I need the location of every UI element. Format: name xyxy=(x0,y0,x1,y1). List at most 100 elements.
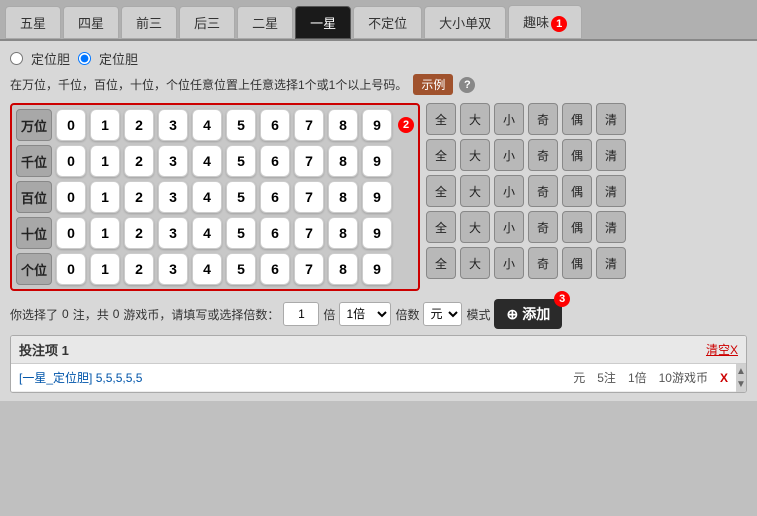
num-btn-w3[interactable]: 3 xyxy=(158,109,188,141)
num-btn-s4[interactable]: 4 xyxy=(192,217,222,249)
num-btn-s6[interactable]: 6 xyxy=(260,217,290,249)
num-btn-w0[interactable]: 0 xyxy=(56,109,86,141)
num-btn-w1[interactable]: 1 xyxy=(90,109,120,141)
quick-odd-g[interactable]: 奇 xyxy=(528,247,558,279)
num-btn-w4[interactable]: 4 xyxy=(192,109,222,141)
clear-button[interactable]: 清空X xyxy=(706,341,738,358)
num-btn-w5[interactable]: 5 xyxy=(226,109,256,141)
num-btn-b6[interactable]: 6 xyxy=(260,181,290,213)
num-btn-q0[interactable]: 0 xyxy=(56,145,86,177)
quick-even-b[interactable]: 偶 xyxy=(562,175,592,207)
quick-all-b[interactable]: 全 xyxy=(426,175,456,207)
num-btn-w2[interactable]: 2 xyxy=(124,109,154,141)
num-btn-g4[interactable]: 4 xyxy=(192,253,222,285)
quick-clear-q[interactable]: 清 xyxy=(596,139,626,171)
num-btn-q6[interactable]: 6 xyxy=(260,145,290,177)
num-btn-b4[interactable]: 4 xyxy=(192,181,222,213)
quick-small-w[interactable]: 小 xyxy=(494,103,524,135)
quick-small-q[interactable]: 小 xyxy=(494,139,524,171)
num-btn-g2[interactable]: 2 xyxy=(124,253,154,285)
tab-yixing[interactable]: 一星 xyxy=(295,6,351,39)
quick-clear-s[interactable]: 清 xyxy=(596,211,626,243)
help-icon[interactable]: ? xyxy=(459,77,475,93)
scroll-up-icon[interactable]: ▲ xyxy=(736,366,746,377)
bet-remove-button[interactable]: X xyxy=(720,371,728,385)
num-btn-g1[interactable]: 1 xyxy=(90,253,120,285)
num-btn-s0[interactable]: 0 xyxy=(56,217,86,249)
num-btn-w8[interactable]: 8 xyxy=(328,109,358,141)
scroll-down-icon[interactable]: ▼ xyxy=(736,379,746,390)
tab-wuxing[interactable]: 五星 xyxy=(5,6,61,39)
num-btn-q2[interactable]: 2 xyxy=(124,145,154,177)
num-btn-q1[interactable]: 1 xyxy=(90,145,120,177)
quick-even-s[interactable]: 偶 xyxy=(562,211,592,243)
tab-sixing[interactable]: 四星 xyxy=(63,6,119,39)
pos-baiwei[interactable]: 百位 xyxy=(16,181,52,213)
quick-small-b[interactable]: 小 xyxy=(494,175,524,207)
num-btn-w6[interactable]: 6 xyxy=(260,109,290,141)
quick-even-g[interactable]: 偶 xyxy=(562,247,592,279)
num-btn-w9[interactable]: 9 xyxy=(362,109,392,141)
quick-clear-g[interactable]: 清 xyxy=(596,247,626,279)
scrollbar[interactable]: ▲ ▼ xyxy=(736,364,746,392)
num-btn-g6[interactable]: 6 xyxy=(260,253,290,285)
pos-qianwei[interactable]: 千位 xyxy=(16,145,52,177)
num-btn-s3[interactable]: 3 xyxy=(158,217,188,249)
pos-gewei[interactable]: 个位 xyxy=(16,253,52,285)
num-btn-s9[interactable]: 9 xyxy=(362,217,392,249)
num-btn-b0[interactable]: 0 xyxy=(56,181,86,213)
num-btn-s5[interactable]: 5 xyxy=(226,217,256,249)
num-btn-g8[interactable]: 8 xyxy=(328,253,358,285)
num-btn-s8[interactable]: 8 xyxy=(328,217,358,249)
quick-big-w[interactable]: 大 xyxy=(460,103,490,135)
tab-qiansan[interactable]: 前三 xyxy=(121,6,177,39)
quick-odd-s[interactable]: 奇 xyxy=(528,211,558,243)
pos-wanwei[interactable]: 万位 xyxy=(16,109,52,141)
num-btn-s1[interactable]: 1 xyxy=(90,217,120,249)
quick-big-s[interactable]: 大 xyxy=(460,211,490,243)
num-btn-b9[interactable]: 9 xyxy=(362,181,392,213)
num-btn-g9[interactable]: 9 xyxy=(362,253,392,285)
quick-odd-b[interactable]: 奇 xyxy=(528,175,558,207)
num-btn-q9[interactable]: 9 xyxy=(362,145,392,177)
num-btn-g0[interactable]: 0 xyxy=(56,253,86,285)
num-btn-b7[interactable]: 7 xyxy=(294,181,324,213)
quick-big-b[interactable]: 大 xyxy=(460,175,490,207)
quick-big-g[interactable]: 大 xyxy=(460,247,490,279)
num-btn-s7[interactable]: 7 xyxy=(294,217,324,249)
num-btn-s2[interactable]: 2 xyxy=(124,217,154,249)
mode-radio-1[interactable] xyxy=(10,52,23,65)
num-btn-b3[interactable]: 3 xyxy=(158,181,188,213)
currency-select[interactable]: 元 票 xyxy=(423,302,462,326)
num-btn-b5[interactable]: 5 xyxy=(226,181,256,213)
quick-clear-w[interactable]: 清 xyxy=(596,103,626,135)
quick-clear-b[interactable]: 清 xyxy=(596,175,626,207)
quick-small-g[interactable]: 小 xyxy=(494,247,524,279)
num-btn-g3[interactable]: 3 xyxy=(158,253,188,285)
quick-all-g[interactable]: 全 xyxy=(426,247,456,279)
num-btn-b8[interactable]: 8 xyxy=(328,181,358,213)
mode-radio-2[interactable] xyxy=(78,52,91,65)
tab-quwei[interactable]: 趣味1 xyxy=(508,5,582,39)
tab-erxing[interactable]: 二星 xyxy=(237,6,293,39)
quick-all-q[interactable]: 全 xyxy=(426,139,456,171)
quick-big-q[interactable]: 大 xyxy=(460,139,490,171)
quick-even-q[interactable]: 偶 xyxy=(562,139,592,171)
quick-even-w[interactable]: 偶 xyxy=(562,103,592,135)
example-button[interactable]: 示例 xyxy=(413,74,453,95)
num-btn-q8[interactable]: 8 xyxy=(328,145,358,177)
multiplier-select[interactable]: 1倍 2倍 3倍 5倍 10倍 xyxy=(339,302,391,326)
num-btn-w7[interactable]: 7 xyxy=(294,109,324,141)
num-btn-q4[interactable]: 4 xyxy=(192,145,222,177)
tab-daxiodanshuang[interactable]: 大小单双 xyxy=(424,6,506,39)
num-btn-q5[interactable]: 5 xyxy=(226,145,256,177)
num-btn-q3[interactable]: 3 xyxy=(158,145,188,177)
mode-label-1[interactable]: 定位胆 xyxy=(31,49,70,68)
quick-small-s[interactable]: 小 xyxy=(494,211,524,243)
num-btn-b1[interactable]: 1 xyxy=(90,181,120,213)
multiplier-input[interactable] xyxy=(283,302,319,326)
quick-odd-q[interactable]: 奇 xyxy=(528,139,558,171)
quick-all-s[interactable]: 全 xyxy=(426,211,456,243)
mode-label-2[interactable]: 定位胆 xyxy=(99,49,138,68)
quick-all-w[interactable]: 全 xyxy=(426,103,456,135)
